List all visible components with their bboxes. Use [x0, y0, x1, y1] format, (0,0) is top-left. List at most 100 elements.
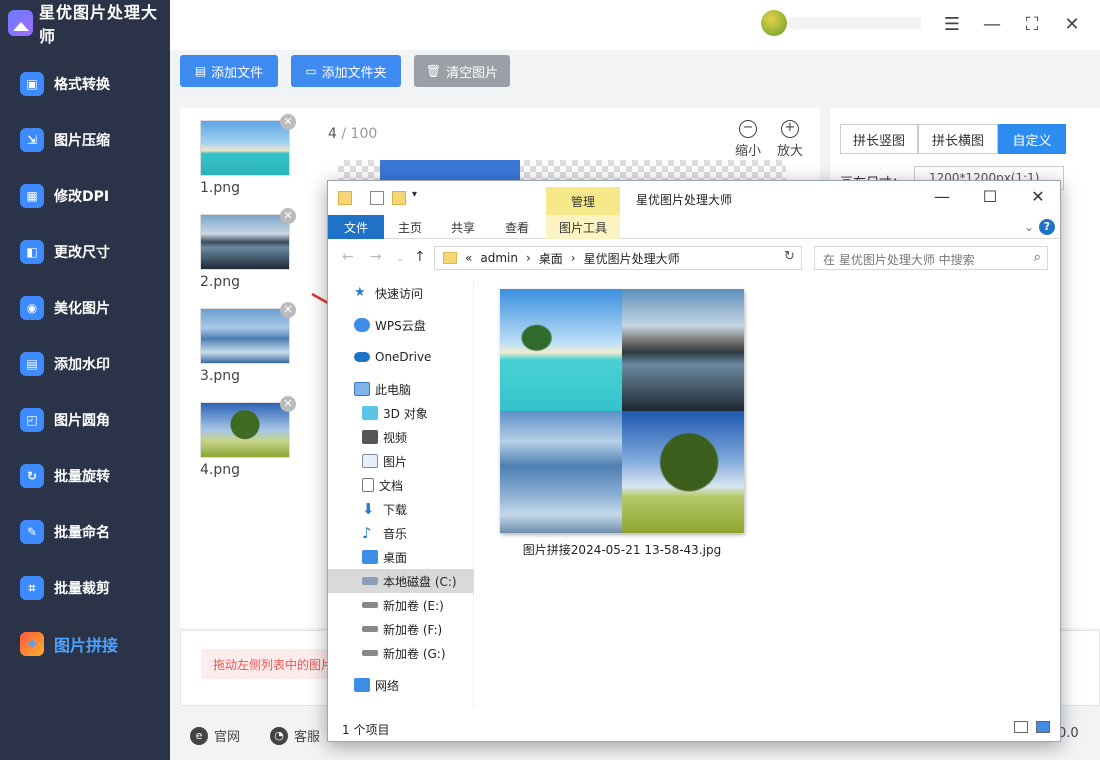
- sidebar-item-beautify[interactable]: ◉ 美化图片: [0, 280, 170, 336]
- chevron-down-icon[interactable]: ⌄: [1022, 215, 1036, 239]
- format-icon: ▣: [20, 72, 44, 96]
- sidebar-item-rename[interactable]: ✎ 批量命名: [0, 504, 170, 560]
- tab-view[interactable]: 查看: [492, 215, 542, 239]
- breadcrumb[interactable]: admin: [480, 251, 518, 265]
- crop-icon: ⌗: [20, 576, 44, 600]
- tab-picture-tools[interactable]: 图片工具: [546, 215, 620, 239]
- beautify-icon: ◉: [20, 296, 44, 320]
- maximize-icon[interactable]: ⛶: [1020, 12, 1044, 36]
- download-icon: ⬇: [362, 500, 375, 518]
- nav-item-drive-f[interactable]: 新加卷 (F:): [328, 617, 474, 641]
- file-list: ✕ 1.png ✕ 2.png ✕ 3.png ✕ 4.png: [180, 108, 320, 628]
- video-icon: [362, 430, 378, 444]
- sidebar-item-rotate[interactable]: ↻ 批量旋转: [0, 448, 170, 504]
- nav-item-quick-access[interactable]: ★ 快速访问: [328, 281, 474, 305]
- maximize-icon[interactable]: ☐: [970, 187, 1010, 209]
- close-icon[interactable]: ✕: [1060, 12, 1084, 36]
- thumbnail-image: [200, 120, 290, 176]
- remove-icon[interactable]: ✕: [280, 208, 296, 224]
- clear-images-button[interactable]: 🗑 清空图片: [414, 55, 510, 87]
- new-folder-icon[interactable]: [392, 191, 406, 205]
- navigation-pane: ★ 快速访问 WPS云盘 OneDrive 此电脑 3D 对象 视频 图片 文档 …: [328, 281, 474, 709]
- list-item[interactable]: ✕ 4.png: [200, 396, 296, 478]
- sidebar-item-crop[interactable]: ⌗ 批量裁剪: [0, 560, 170, 616]
- desktop-icon: [362, 550, 378, 564]
- nav-item-music[interactable]: ♪ 音乐: [328, 521, 474, 545]
- thumbnail-image: [200, 402, 290, 458]
- stitch-icon: ✚: [20, 632, 44, 656]
- zoom-in-button[interactable]: + 放大: [770, 120, 810, 159]
- up-icon[interactable]: ↑: [414, 249, 426, 265]
- collage-tile-beach: [500, 289, 622, 411]
- support-link[interactable]: ◔ 客服: [270, 726, 320, 745]
- details-view-icon[interactable]: [1014, 721, 1028, 733]
- nav-item-drive-c[interactable]: 本地磁盘 (C:): [328, 569, 474, 593]
- nav-item-network[interactable]: 网络: [328, 673, 474, 697]
- nav-item-wps-cloud[interactable]: WPS云盘: [328, 313, 474, 337]
- sidebar-item-stitch[interactable]: ✚ 图片拼接: [0, 616, 170, 672]
- nav-item-3d-objects[interactable]: 3D 对象: [328, 401, 474, 425]
- sidebar-item-rounded[interactable]: ◰ 图片圆角: [0, 392, 170, 448]
- tab-custom[interactable]: 自定义: [998, 124, 1066, 154]
- tab-long-vertical[interactable]: 拼长竖图: [840, 124, 918, 154]
- refresh-icon[interactable]: ↻: [784, 249, 795, 264]
- breadcrumb[interactable]: 星优图片处理大师: [584, 250, 680, 267]
- zoom-out-button[interactable]: − 缩小: [728, 120, 768, 159]
- remove-icon[interactable]: ✕: [280, 114, 296, 130]
- nav-item-this-pc[interactable]: 此电脑: [328, 377, 474, 401]
- chevron-down-icon[interactable]: ▾: [412, 189, 426, 203]
- properties-icon[interactable]: [370, 191, 384, 205]
- nav-item-videos[interactable]: 视频: [328, 425, 474, 449]
- nav-item-drive-e[interactable]: 新加卷 (E:): [328, 593, 474, 617]
- back-icon[interactable]: ←: [342, 249, 354, 265]
- tab-long-horizontal[interactable]: 拼长横图: [918, 124, 998, 154]
- sidebar-item-compress[interactable]: ⇲ 图片压缩: [0, 112, 170, 168]
- avatar[interactable]: [761, 10, 787, 36]
- folder-icon: [338, 191, 352, 205]
- collage-tile-tree: [622, 411, 744, 533]
- hint-text: 拖动左侧列表中的图片: [201, 649, 346, 679]
- collage-tile-mountain-lake: [622, 289, 744, 411]
- recent-dropdown-icon[interactable]: ⌄: [396, 253, 404, 264]
- chat-icon: ◔: [270, 726, 288, 745]
- file-content-area: 图片拼接2024-05-21 13-58-43.jpg: [474, 281, 1060, 709]
- sidebar-item-format[interactable]: ▣ 格式转换: [0, 56, 170, 112]
- tab-file[interactable]: 文件: [328, 215, 384, 239]
- sidebar-item-resize[interactable]: ◧ 更改尺寸: [0, 224, 170, 280]
- search-input[interactable]: 在 星优图片处理大师 中搜索 ⌕: [814, 246, 1048, 270]
- list-item[interactable]: ✕ 1.png: [200, 114, 296, 196]
- breadcrumb[interactable]: 桌面: [539, 250, 563, 267]
- list-item[interactable]: ✕ 3.png: [200, 302, 296, 384]
- collage-tile-mountain-valley: [500, 411, 622, 533]
- file-thumbnail[interactable]: [500, 289, 744, 533]
- add-folder-button[interactable]: ▭ 添加文件夹: [291, 55, 401, 87]
- website-link[interactable]: e 官网: [190, 726, 240, 745]
- forward-icon[interactable]: →: [370, 249, 382, 265]
- close-icon[interactable]: ✕: [1018, 187, 1058, 209]
- nav-item-onedrive[interactable]: OneDrive: [328, 345, 474, 369]
- large-icons-view-icon[interactable]: [1036, 721, 1050, 733]
- settings-sliders-icon[interactable]: ☰: [940, 12, 964, 36]
- nav-item-desktop[interactable]: 桌面: [328, 545, 474, 569]
- list-item[interactable]: ✕ 2.png: [200, 208, 296, 290]
- nav-item-pictures[interactable]: 图片: [328, 449, 474, 473]
- nav-item-downloads[interactable]: ⬇ 下载: [328, 497, 474, 521]
- tab-home[interactable]: 主页: [386, 215, 434, 239]
- tab-manage[interactable]: 管理: [546, 187, 620, 215]
- help-icon[interactable]: ?: [1039, 219, 1055, 235]
- minimize-icon[interactable]: —: [922, 187, 962, 209]
- remove-icon[interactable]: ✕: [280, 396, 296, 412]
- onedrive-icon: [354, 352, 370, 362]
- remove-icon[interactable]: ✕: [280, 302, 296, 318]
- address-row: ← → ⌄ ↑ « admin › 桌面 › 星优图片处理大师 ↻ 在 星优图片…: [328, 243, 1060, 273]
- sidebar-item-dpi[interactable]: ▦ 修改DPI: [0, 168, 170, 224]
- address-bar[interactable]: « admin › 桌面 › 星优图片处理大师: [434, 246, 802, 270]
- minimize-icon[interactable]: —: [980, 12, 1004, 36]
- rename-icon: ✎: [20, 520, 44, 544]
- add-file-button[interactable]: ▤ 添加文件: [180, 55, 278, 87]
- tab-share[interactable]: 共享: [438, 215, 488, 239]
- nav-item-drive-g[interactable]: 新加卷 (G:): [328, 641, 474, 665]
- nav-item-documents[interactable]: 文档: [328, 473, 474, 497]
- sidebar-item-watermark[interactable]: ▤ 添加水印: [0, 336, 170, 392]
- folder-icon: ▭: [305, 64, 317, 78]
